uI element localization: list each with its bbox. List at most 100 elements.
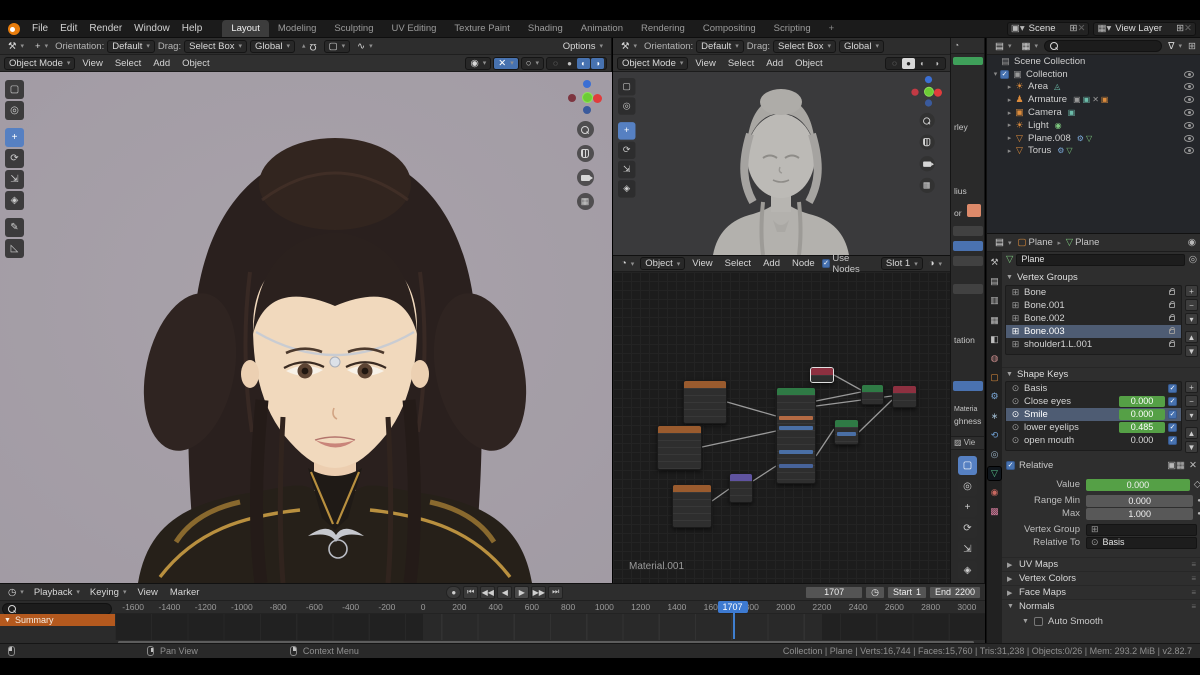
viewport-canvas-2[interactable]: ▢ ◎ + ⟳ ⇲ ◈ ▦ — [613, 72, 950, 255]
shading-material-button[interactable]: ◐ — [916, 58, 929, 69]
shape-key-value-slider[interactable]: 0.000 — [1119, 409, 1165, 420]
color-swatch[interactable] — [967, 204, 981, 217]
hide-eye-icon[interactable] — [1184, 147, 1194, 154]
filter-id-icon[interactable]: ▦ — [1018, 40, 1043, 53]
tab-object[interactable]: ▢ — [988, 371, 1001, 384]
new-view-layer-icon[interactable]: ⊞ — [1176, 23, 1184, 34]
collapsed-viewport-header[interactable]: ▨ Vie — [951, 436, 985, 450]
shape-key-value-slider[interactable]: 0.000 — [1119, 396, 1165, 407]
outliner-row-torus[interactable]: ▸ ▽ Torus ⚙ ▽ — [987, 145, 1200, 158]
shader-node[interactable] — [861, 384, 884, 405]
outliner-row-plane008[interactable]: ▸ ▽ Plane.008 ⚙ ▽ — [987, 132, 1200, 145]
tool-select-box[interactable]: ▢ — [958, 456, 977, 475]
transform-orientation-dropdown[interactable]: Default — [107, 40, 155, 53]
expand-arrow-icon[interactable]: ▸ — [1005, 96, 1014, 104]
remove-shape-key-button[interactable]: − — [1185, 395, 1198, 407]
camera-view-icon[interactable] — [577, 169, 594, 186]
outliner-row-light[interactable]: ▸ ☀ Light ◉ — [987, 119, 1200, 132]
face-maps-section[interactable]: ▶Face Maps≡ — [1002, 585, 1200, 599]
move-down-button[interactable]: ▼ — [1185, 345, 1198, 357]
menu-window[interactable]: Window — [128, 20, 176, 38]
menu-file[interactable]: File — [26, 20, 54, 38]
gizmos-dropdown[interactable]: ◉ — [465, 57, 491, 70]
node-canvas[interactable]: Material.001 — [613, 272, 950, 584]
light-data-icon[interactable]: ◉ — [1055, 121, 1062, 130]
tab-scene[interactable]: ◧ — [988, 333, 1001, 346]
editor-type-icon[interactable]: ▤ — [991, 236, 1016, 249]
axis-x-negative[interactable] — [568, 94, 576, 102]
menu-render[interactable]: Render — [83, 20, 128, 38]
play-reverse-button[interactable]: ◀ — [497, 586, 512, 599]
tool-rotate[interactable]: ⟳ — [958, 519, 977, 538]
animate-diamond-icon[interactable]: ◇ — [1194, 479, 1200, 490]
pan-hand-icon[interactable] — [919, 135, 934, 150]
shading-solid-button[interactable]: ● — [563, 58, 576, 69]
menu-help[interactable]: Help — [176, 20, 209, 38]
mute-checkbox[interactable]: ✓ — [1168, 423, 1177, 432]
mesh-data-icon[interactable]: ▽ — [1086, 134, 1092, 143]
view-menu[interactable]: View — [690, 58, 720, 69]
pin-vertices-icon[interactable]: ▣ — [1167, 460, 1176, 471]
view-menu[interactable]: View — [77, 58, 107, 69]
field-fragment-blue[interactable] — [953, 241, 983, 251]
viewport-canvas[interactable]: ▢ ◎ + ⟳ ⇲ ◈ ✎ ◺ — [0, 72, 612, 583]
tab-object-data[interactable]: ▽ — [988, 467, 1001, 480]
shading-solid-button[interactable]: ● — [902, 58, 915, 69]
new-scene-icon[interactable]: ⊞ — [1070, 23, 1078, 34]
axis-z-negative[interactable] — [583, 106, 591, 114]
proportional-edit-icon[interactable]: ∿ — [353, 40, 376, 53]
axis-navigator[interactable] — [911, 76, 942, 107]
collapsed-panel-header[interactable]: ◔ — [951, 38, 985, 54]
tab-output[interactable]: ▥ — [988, 294, 1001, 307]
breadcrumb-data[interactable]: Plane — [1075, 237, 1099, 248]
data-icon[interactable]: ◬ — [1054, 82, 1060, 91]
tab-particles[interactable]: ∗ — [988, 410, 1001, 423]
remove-vertex-group-button[interactable]: − — [1185, 299, 1198, 311]
object-menu[interactable]: Object — [177, 58, 214, 69]
tab-physics[interactable]: ⟲ — [988, 429, 1001, 442]
unlink-scene-icon[interactable]: ✕ — [1078, 23, 1086, 34]
drag-grip-icon[interactable]: ≡ — [1191, 574, 1196, 583]
tab-modeling[interactable]: Modeling — [269, 20, 326, 37]
axis-x-positive[interactable] — [593, 94, 602, 103]
shader-type-dropdown[interactable]: Object — [640, 257, 685, 270]
scene-name[interactable]: Scene — [1025, 23, 1070, 34]
vertex-groups-panel-header[interactable]: ▼ Vertex Groups — [1002, 271, 1200, 284]
shape-key-row[interactable]: ⊙open mouth0.000✓ — [1006, 434, 1181, 447]
range-min-field[interactable]: 0.000 — [1086, 495, 1193, 507]
expand-arrow-icon[interactable]: ▾ — [991, 70, 1000, 78]
use-preview-range-icon[interactable]: ◷ — [865, 586, 885, 599]
scene-selector[interactable]: ▣▾ Scene ⊞ ✕ — [1007, 22, 1090, 36]
normals-section[interactable]: ▼Normals≡ — [1002, 599, 1200, 613]
tool-transform[interactable]: ◈ — [958, 561, 977, 580]
shading-material-button[interactable]: ◐ — [577, 58, 590, 69]
tab-view-layer[interactable]: ▦ — [988, 314, 1001, 327]
vertex-group-row-selected[interactable]: ⊞Bone.003 — [1006, 325, 1181, 338]
shape-key-row[interactable]: ⊙lower eyelips0.485✓ — [1006, 421, 1181, 434]
blender-logo-icon[interactable] — [8, 23, 20, 35]
outliner-row-armature[interactable]: ▸ ♟ Armature ▣ ▣ ✕ ▣ — [987, 93, 1200, 106]
field-fragment-blue[interactable] — [953, 381, 983, 391]
shape-key-value-slider[interactable]: 0.485 — [1119, 422, 1165, 433]
expand-arrow-icon[interactable]: ▸ — [1005, 134, 1014, 142]
expand-arrow-icon[interactable]: ▸ — [1005, 109, 1014, 117]
add-menu[interactable]: Add — [148, 58, 175, 69]
vertex-group-row[interactable]: ⊞Bone.001 — [1006, 299, 1181, 312]
summary-channel-row[interactable]: ▼ Summary — [0, 614, 115, 626]
tab-layout[interactable]: Layout — [222, 20, 269, 37]
remove-view-layer-icon[interactable]: ✕ — [1184, 23, 1192, 34]
mute-checkbox[interactable]: ✓ — [1168, 410, 1177, 419]
cursor-tool-icon[interactable]: + — [31, 40, 52, 53]
new-collection-icon[interactable]: ⊞ — [1188, 41, 1196, 52]
mode-dropdown[interactable]: Object Mode — [617, 57, 688, 70]
editor-type-icon[interactable]: ◔ — [617, 257, 638, 270]
shader-node[interactable] — [810, 367, 834, 383]
pin-icon[interactable]: ◉ — [1188, 237, 1196, 248]
slot-dropdown[interactable]: Slot 1 — [881, 257, 923, 270]
tab-texture[interactable]: ▩ — [988, 505, 1001, 518]
lock-icon[interactable] — [1169, 303, 1175, 308]
vertex-group-specials-menu[interactable]: ▾ — [1185, 313, 1198, 325]
pose-icon[interactable]: ▣ — [1073, 95, 1081, 104]
ortho-grid-icon[interactable]: ▦ — [577, 193, 594, 210]
shader-node[interactable] — [672, 484, 712, 528]
